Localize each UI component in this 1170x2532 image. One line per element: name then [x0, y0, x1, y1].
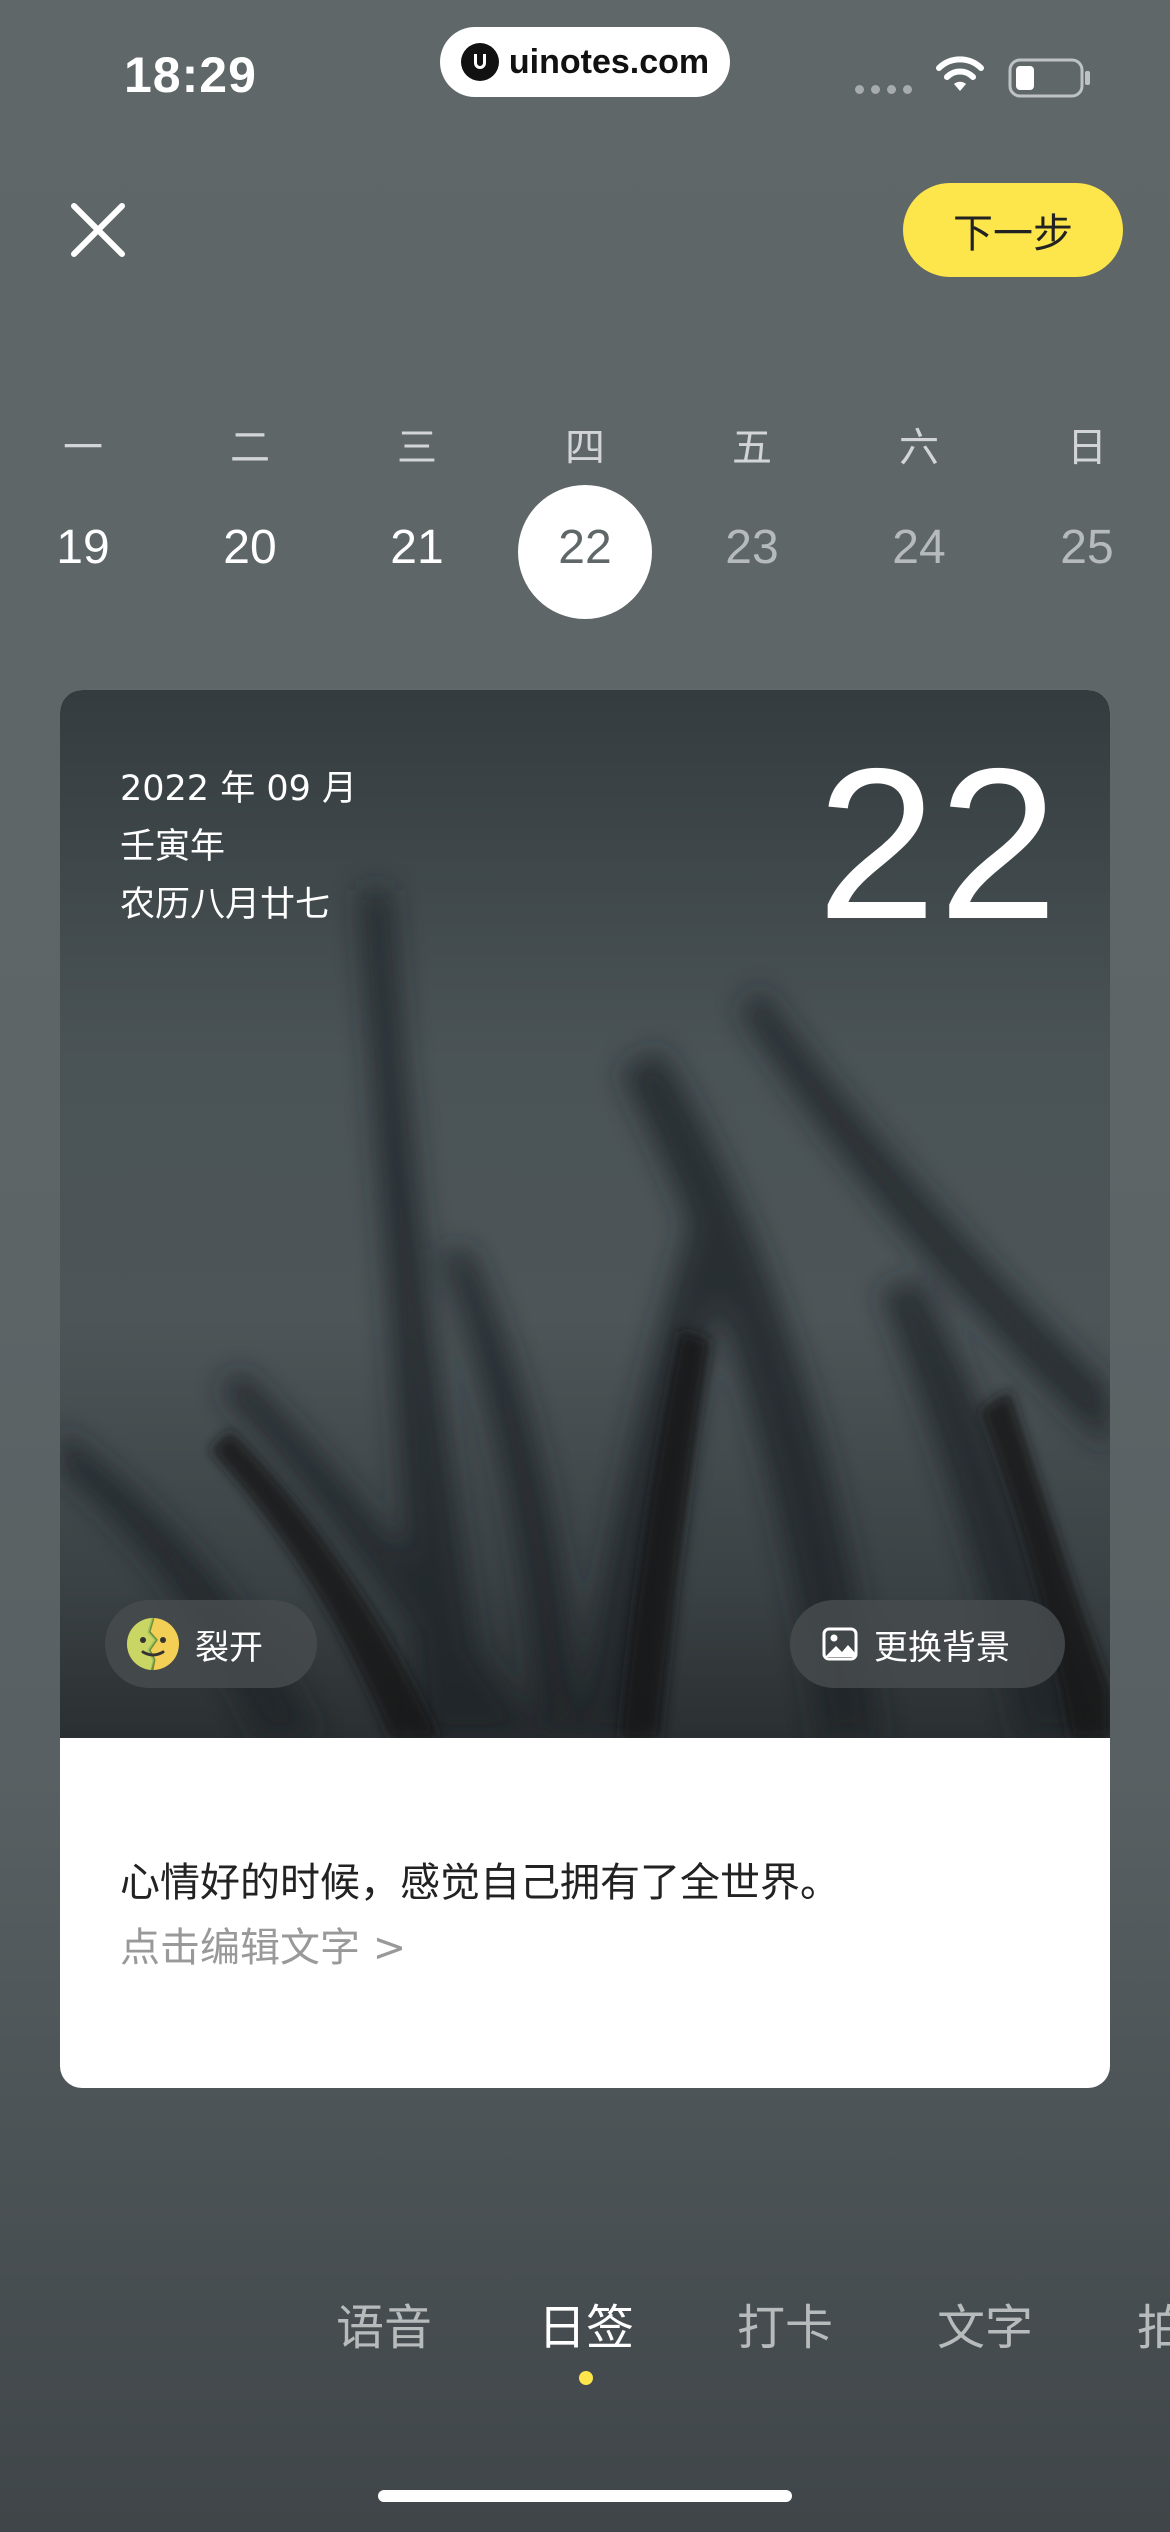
weekday-thu: 四 [565, 425, 605, 471]
status-time: 18:29 [124, 47, 257, 103]
cellular-signal-icon [855, 85, 912, 94]
change-background-button[interactable]: 更换背景 [790, 1600, 1065, 1688]
weekday-fri: 五 [732, 425, 772, 471]
edit-text-link[interactable]: 点击编辑文字 > [120, 1915, 406, 1973]
tab-text[interactable]: 文字 [937, 2288, 1033, 2358]
weekday-sun: 日 [1067, 425, 1107, 471]
active-tab-indicator [579, 2371, 593, 2385]
next-step-button[interactable]: 下一步 [903, 183, 1123, 277]
tab-voice[interactable]: 语音 [336, 2288, 432, 2358]
site-logo-icon [460, 43, 499, 81]
weekday-wed: 三 [397, 425, 437, 471]
card-background-photo[interactable]: 2022 年 09 月 壬寅年 农历八月廿七 22 裂开 更换背景 [60, 690, 1110, 1738]
day-20[interactable]: 20 [180, 520, 320, 575]
tab-check-in[interactable]: 打卡 [737, 2288, 833, 2358]
close-button[interactable] [68, 200, 128, 260]
day-22-selected[interactable]: 22 [515, 520, 655, 575]
mood-button[interactable]: 裂开 [105, 1600, 317, 1688]
daily-card: 2022 年 09 月 壬寅年 农历八月廿七 22 裂开 更换背景 心情好的时候… [60, 690, 1110, 2088]
day-24[interactable]: 24 [849, 520, 989, 575]
battery-icon [1008, 58, 1092, 102]
day-25[interactable]: 25 [1017, 520, 1157, 575]
day-21[interactable]: 21 [347, 520, 487, 575]
day-23[interactable]: 23 [682, 520, 822, 575]
tab-photo[interactable]: 拍 [1137, 2288, 1170, 2358]
ganzhi-year-text: 壬寅年 [120, 827, 226, 867]
url-badge: uinotes.com [440, 27, 730, 97]
tab-daily-card[interactable]: 日签 [538, 2288, 634, 2358]
weekday-tue: 二 [230, 425, 270, 471]
weekday-mon: 一 [63, 425, 103, 471]
quote-text[interactable]: 心情好的时候，感觉自己拥有了全世界。 [120, 1850, 840, 1908]
crescent-moon-icon [571, 1215, 638, 1265]
url-text: uinotes.com [508, 42, 710, 81]
image-icon [822, 1627, 858, 1661]
close-icon [71, 203, 125, 257]
mood-label: 裂开 [195, 1627, 263, 1668]
lunar-date-text: 农历八月廿七 [120, 885, 331, 925]
change-background-label: 更换背景 [874, 1627, 1010, 1668]
wifi-icon [935, 55, 985, 99]
big-day-number: 22 [816, 723, 1060, 964]
year-month-text: 2022 年 09 月 [120, 769, 357, 809]
date-info: 2022 年 09 月 壬寅年 农历八月廿七 [120, 760, 357, 934]
day-19[interactable]: 19 [13, 520, 153, 575]
home-indicator[interactable] [378, 2490, 792, 2502]
cracked-face-icon [126, 1617, 179, 1671]
weekday-sat: 六 [899, 425, 939, 471]
